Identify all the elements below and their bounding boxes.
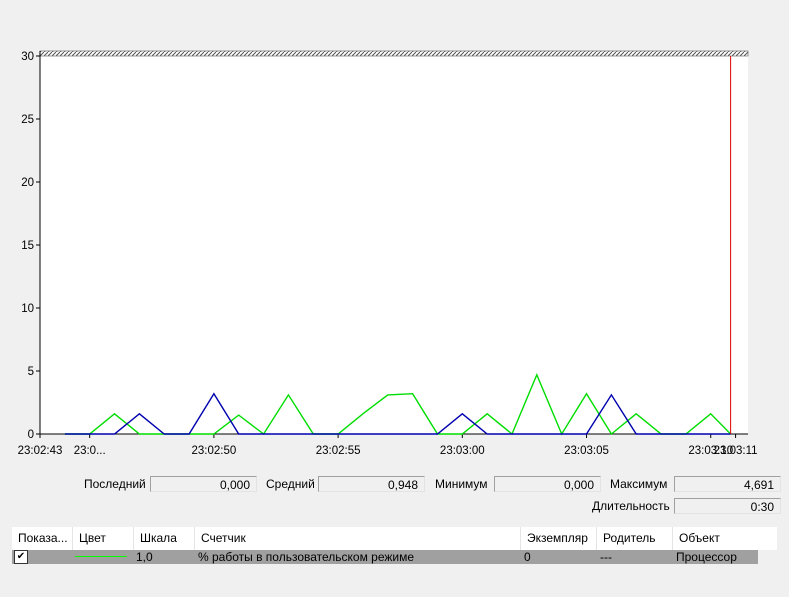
stat-duration-value: 0:30 — [674, 498, 781, 514]
column-header-object[interactable]: Объект — [673, 527, 777, 550]
object-cell: Процессор — [676, 550, 737, 564]
counter-legend-table: Показа... Цвет Шкала Счетчик Экземпляр Р… — [12, 527, 777, 567]
column-header-parent[interactable]: Родитель — [597, 527, 673, 550]
column-header-instance[interactable]: Экземпляр — [521, 527, 597, 550]
x-tick-label: 23:02:55 — [316, 445, 361, 457]
y-tick-label: 25 — [21, 114, 34, 126]
y-tick-label: 10 — [21, 303, 34, 315]
stat-maximum-value: 4,691 — [674, 476, 781, 492]
column-header-scale[interactable]: Шкала — [134, 527, 195, 550]
stat-maximum-label: Максимум — [610, 477, 668, 491]
stat-average-label: Средний — [266, 477, 315, 491]
plot-top-band — [39, 50, 749, 57]
instance-cell: 0 — [524, 550, 531, 564]
color-swatch — [75, 556, 127, 557]
y-tick-label: 5 — [28, 366, 34, 378]
stat-minimum-value: 0,000 — [494, 476, 601, 492]
show-checkbox[interactable]: ✔ — [14, 550, 28, 564]
y-tick-label: 0 — [28, 429, 34, 441]
stat-average-value: 0,948 — [318, 476, 425, 492]
stat-last-value: 0,000 — [150, 476, 257, 492]
x-tick-label: 23:03:11 — [714, 445, 758, 457]
y-tick-label: 20 — [21, 177, 34, 189]
column-header-counter[interactable]: Счетчик — [195, 527, 521, 550]
legend-header: Показа... Цвет Шкала Счетчик Экземпляр Р… — [12, 527, 777, 550]
legend-row[interactable]: ✔ 1,0 % работы в пользовательском режиме… — [12, 550, 758, 564]
x-tick-label: 23:02:50 — [192, 445, 237, 457]
performance-graph: 30 25 20 15 10 5 0 23:02:43 23:0... 23:02:50 23:0… — [18, 50, 758, 457]
counter-cell: % работы в пользовательском режиме — [198, 550, 415, 564]
x-tick-label: 23:03:00 — [440, 445, 485, 457]
column-header-color[interactable]: Цвет — [73, 527, 134, 550]
x-tick-label: 23:03:05 — [564, 445, 609, 457]
y-tick-label: 15 — [21, 240, 34, 252]
stat-last-label: Последний — [84, 477, 146, 491]
stat-duration-label: Длительность — [592, 499, 670, 513]
scale-cell: 1,0 — [136, 550, 153, 564]
x-tick-label: 23:0... — [74, 445, 106, 457]
parent-cell: --- — [600, 550, 612, 564]
stat-minimum-label: Минимум — [435, 477, 488, 491]
y-tick-label: 30 — [21, 51, 34, 63]
plot-area — [40, 56, 748, 434]
column-header-show[interactable]: Показа... — [12, 527, 73, 550]
x-tick-label: 23:02:43 — [18, 445, 63, 457]
